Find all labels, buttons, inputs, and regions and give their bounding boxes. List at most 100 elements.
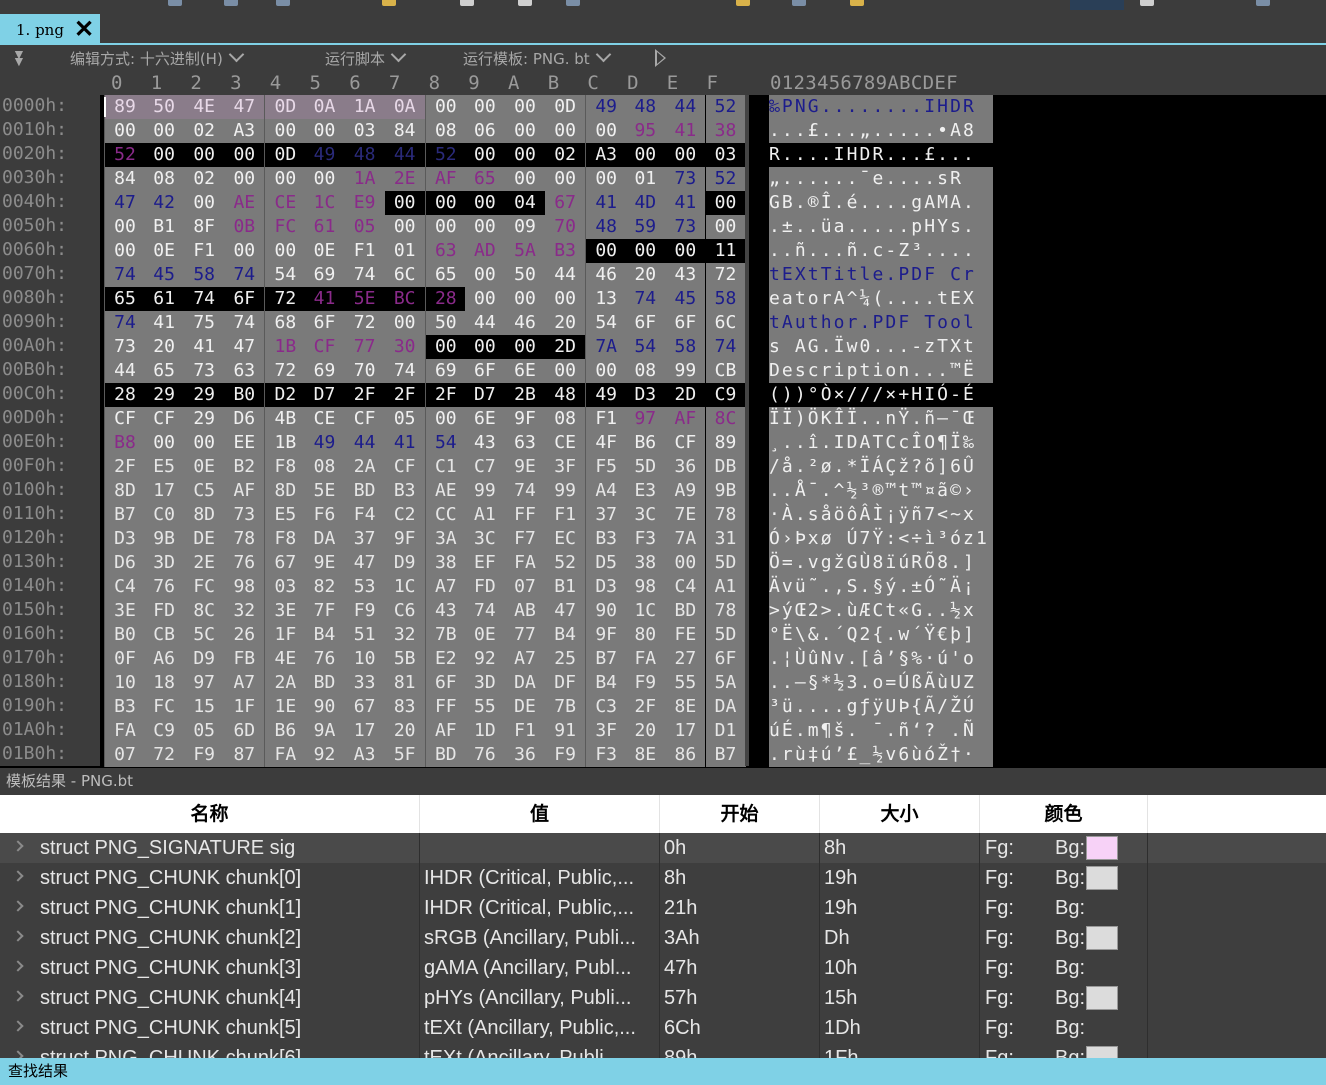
hex-byte[interactable]: FB — [224, 647, 265, 671]
hex-byte[interactable]: 09 — [505, 215, 545, 239]
hex-byte[interactable]: 45 — [665, 287, 706, 311]
hex-byte[interactable]: FA — [104, 719, 145, 743]
hex-byte[interactable]: CF — [384, 455, 425, 479]
hex-byte[interactable]: DE — [505, 695, 545, 719]
hex-byte[interactable]: 03 — [344, 119, 385, 143]
hex-byte[interactable]: 63 — [505, 431, 545, 455]
hex-byte[interactable]: FF — [424, 695, 466, 719]
hex-byte[interactable]: 3C — [464, 527, 505, 551]
hex-byte[interactable]: FC — [264, 215, 306, 239]
hex-byte[interactable]: F9 — [344, 599, 385, 623]
hex-byte[interactable]: 65 — [104, 287, 145, 311]
hex-byte[interactable]: 44 — [464, 311, 505, 335]
hex-byte[interactable]: 41 — [384, 431, 425, 455]
hex-byte[interactable]: 49 — [304, 143, 345, 167]
hex-byte[interactable]: 28 — [104, 383, 145, 407]
table-row[interactable]: struct PNG_CHUNK chunk[5] tEXt (Ancillary… — [0, 1013, 1326, 1044]
hex-byte[interactable]: F7 — [505, 527, 545, 551]
hex-byte[interactable]: 1B — [264, 431, 306, 455]
char-row[interactable]: ÏÏ)ÖKÎÏ..nŸ.ñ—¯Œ — [769, 407, 993, 431]
hex-byte[interactable]: 73 — [184, 359, 225, 383]
hex-byte[interactable]: 6F — [464, 359, 505, 383]
hex-byte[interactable]: 08 — [424, 119, 466, 143]
hex-byte[interactable]: 05 — [184, 719, 225, 743]
hex-byte[interactable]: 52 — [424, 143, 466, 167]
hex-byte[interactable]: EF — [464, 551, 505, 575]
hex-byte[interactable]: 00 — [585, 119, 627, 143]
hex-byte[interactable]: C1 — [424, 455, 466, 479]
hex-byte[interactable]: 44 — [104, 359, 145, 383]
hex-byte[interactable]: 59 — [625, 215, 666, 239]
hex-byte[interactable]: 8E — [665, 695, 706, 719]
hex-byte[interactable]: 72 — [264, 359, 306, 383]
hex-byte[interactable]: F3 — [625, 527, 666, 551]
hex-byte[interactable]: 83 — [384, 695, 425, 719]
hex-byte[interactable]: 65 — [424, 263, 466, 287]
hex-byte[interactable]: 54 — [585, 311, 627, 335]
hex-byte[interactable]: 00 — [104, 119, 145, 143]
hex-byte[interactable]: 37 — [344, 527, 385, 551]
expand-chevron-icon[interactable] — [12, 960, 24, 972]
hex-byte[interactable]: 5A — [705, 671, 746, 695]
hex-byte[interactable]: 7B — [424, 623, 466, 647]
hex-byte[interactable]: CF — [344, 407, 385, 431]
expand-chevron-icon[interactable] — [12, 990, 24, 1002]
hex-byte[interactable]: 92 — [464, 647, 505, 671]
hex-byte[interactable]: B3 — [585, 527, 627, 551]
hex-byte[interactable]: 00 — [384, 191, 425, 215]
hex-byte[interactable]: A7 — [505, 647, 545, 671]
calc-icon[interactable] — [1140, 0, 1154, 6]
hex-byte[interactable]: 08 — [144, 167, 185, 191]
hex-byte[interactable]: 52 — [705, 95, 746, 119]
table-row[interactable]: struct PNG_CHUNK chunk[2] sRGB (Ancillary… — [0, 923, 1326, 954]
hex-byte[interactable]: D9 — [184, 647, 225, 671]
char-row[interactable]: ..ñ...ñ.c-Z³.... — [769, 239, 993, 263]
hex-byte[interactable]: F1 — [545, 503, 586, 527]
hex-byte[interactable]: B1 — [144, 215, 185, 239]
hex-byte[interactable]: 4E — [264, 647, 306, 671]
hex-byte[interactable]: FF — [505, 503, 545, 527]
char-row[interactable]: ¸..î.IDATCcÎO¶Ï‰ — [769, 431, 993, 455]
hex-byte[interactable]: 00 — [625, 143, 666, 167]
hex-byte[interactable]: B8 — [104, 431, 145, 455]
hex-byte[interactable]: 47 — [545, 599, 586, 623]
hex-byte[interactable]: 00 — [304, 167, 345, 191]
hex-byte[interactable]: 8E — [625, 743, 666, 767]
hex-byte[interactable]: 08 — [625, 359, 666, 383]
paste-icon[interactable] — [382, 0, 396, 6]
hex-byte[interactable]: CF — [665, 431, 706, 455]
hex-byte[interactable]: 48 — [545, 383, 586, 407]
hex-byte[interactable]: 80 — [625, 623, 666, 647]
hex-byte[interactable]: 41 — [665, 191, 706, 215]
hex-byte[interactable]: 69 — [304, 263, 345, 287]
hex-byte[interactable]: A1 — [464, 503, 505, 527]
hex-byte[interactable]: 9B — [144, 527, 185, 551]
hex-byte[interactable]: F1 — [184, 239, 225, 263]
hex-byte[interactable]: 6F — [665, 311, 706, 335]
bg-color-swatch[interactable] — [1086, 926, 1118, 950]
hex-byte[interactable]: 47 — [224, 95, 265, 119]
hex-byte[interactable]: 52 — [705, 167, 746, 191]
hex-byte[interactable]: 76 — [224, 551, 265, 575]
char-row[interactable]: tAuthor.PDF Tool — [769, 311, 993, 335]
hex-byte[interactable]: 44 — [545, 263, 586, 287]
hex-byte[interactable]: 89 — [104, 95, 145, 119]
hex-byte[interactable]: 73 — [104, 335, 145, 359]
hex-byte[interactable]: 6F — [304, 311, 345, 335]
hex-byte[interactable]: 2F — [625, 695, 666, 719]
hex-byte[interactable]: 00 — [184, 431, 225, 455]
hex-byte[interactable]: CC — [424, 503, 466, 527]
expand-chevron-icon[interactable] — [12, 930, 24, 942]
hex-byte[interactable]: 00 — [545, 359, 586, 383]
hex-byte[interactable]: 29 — [184, 407, 225, 431]
hex-byte[interactable]: 2F — [424, 383, 466, 407]
hex-byte[interactable]: 95 — [625, 119, 666, 143]
hex-byte[interactable]: 61 — [304, 215, 345, 239]
hex-byte[interactable]: 00 — [264, 239, 306, 263]
hex-byte[interactable]: 00 — [424, 191, 466, 215]
hex-byte[interactable]: 7E — [665, 503, 706, 527]
hex-byte[interactable]: EC — [545, 527, 586, 551]
hex-byte[interactable]: 7A — [585, 335, 627, 359]
hex-byte[interactable]: 00 — [224, 143, 265, 167]
hex-byte[interactable]: 58 — [665, 335, 706, 359]
